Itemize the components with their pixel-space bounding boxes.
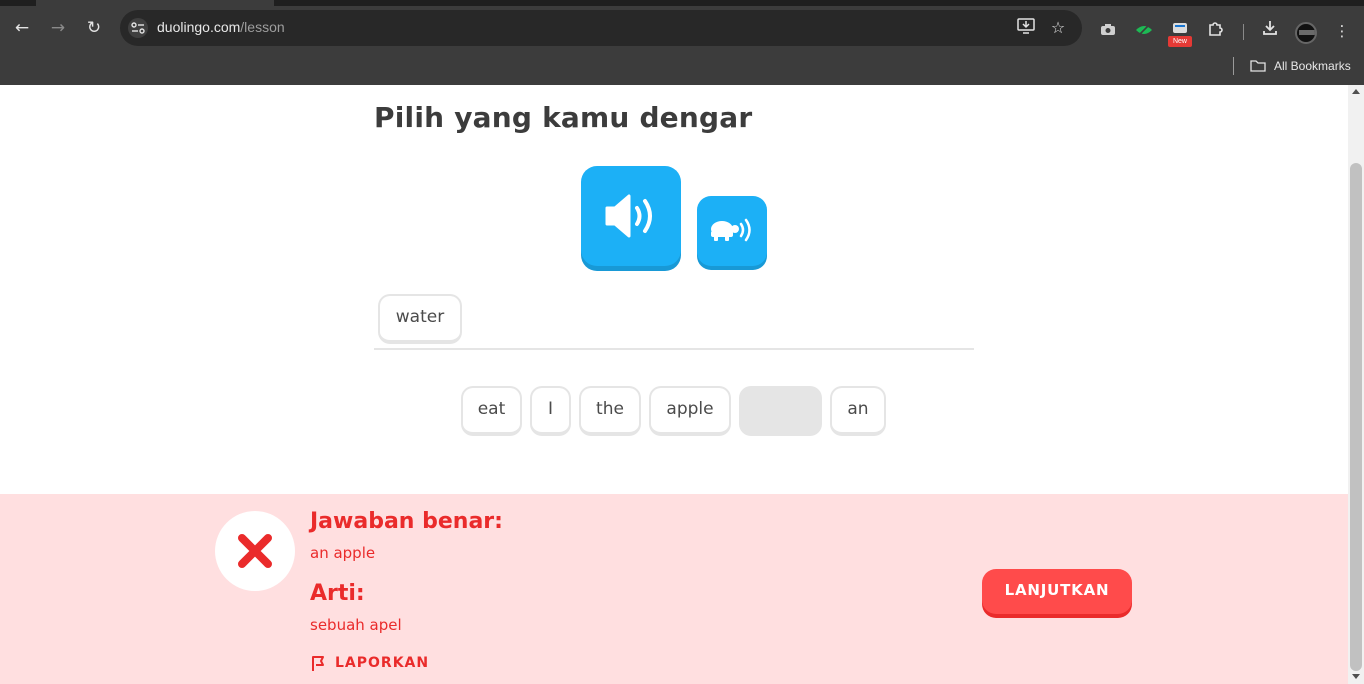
- word-bank-chip[interactable]: I: [530, 386, 571, 436]
- address-bar[interactable]: duolingo.com/lesson ☆: [120, 10, 1082, 46]
- prompt-title: Pilih yang kamu dengar: [374, 101, 753, 134]
- all-bookmarks-label: All Bookmarks: [1274, 59, 1351, 73]
- url-path: /lesson: [240, 19, 285, 35]
- word-bank-chip[interactable]: the: [579, 386, 641, 436]
- word-bank-empty-slot: [739, 386, 822, 436]
- browser-menu-icon[interactable]: ⋮: [1331, 20, 1353, 42]
- camera-extension-icon[interactable]: [1097, 20, 1119, 42]
- word-bank-chip[interactable]: eat: [461, 386, 522, 436]
- play-audio-button[interactable]: [581, 166, 681, 266]
- toolbar-divider: [1243, 24, 1244, 40]
- speaker-icon: [605, 194, 652, 238]
- turtle-speaker-icon: [711, 218, 751, 242]
- correct-answer-heading: Jawaban benar:: [310, 509, 503, 534]
- meaning-text: sebuah apel: [310, 616, 402, 634]
- url-domain: duolingo.com: [157, 19, 241, 35]
- flag-icon: [312, 656, 324, 671]
- new-badge: New: [1168, 36, 1192, 47]
- correct-answer-text: an apple: [310, 544, 376, 562]
- site-info-icon[interactable]: [128, 18, 148, 38]
- scroll-up-arrow-icon[interactable]: [1352, 89, 1360, 94]
- page-scrollbar[interactable]: [1348, 85, 1364, 684]
- slow-audio-button[interactable]: [697, 196, 767, 266]
- install-app-icon[interactable]: [1016, 18, 1036, 38]
- meaning-heading: Arti:: [310, 581, 365, 606]
- browser-toolbar: ← → ↻ duolingo.com/lesson ☆ ⋮ New: [0, 6, 1364, 50]
- back-arrow-icon[interactable]: ←: [10, 16, 34, 40]
- continue-button[interactable]: LANJUTKAN: [982, 569, 1132, 614]
- scrollbar-thumb[interactable]: [1350, 163, 1362, 671]
- incorrect-badge: [215, 511, 295, 591]
- close-x-icon: [238, 534, 272, 568]
- bookmarks-bar: All Bookmarks: [0, 50, 1364, 85]
- word-bank-chip[interactable]: apple: [649, 386, 731, 436]
- profile-avatar[interactable]: [1295, 22, 1317, 44]
- word-bank-chip[interactable]: an: [830, 386, 886, 436]
- folder-icon: [1250, 60, 1266, 72]
- url-text: duolingo.com/lesson: [157, 19, 285, 35]
- scroll-down-arrow-icon[interactable]: [1352, 674, 1360, 679]
- browser-chrome: ← → ↻ duolingo.com/lesson ☆ ⋮ New All Bo…: [0, 0, 1364, 85]
- eye-extension-icon[interactable]: [1133, 20, 1155, 42]
- bookmark-star-icon[interactable]: ☆: [1048, 18, 1068, 38]
- incorrect-feedback-panel: Jawaban benar: an apple Arti: sebuah ape…: [0, 494, 1348, 684]
- bookmarks-divider: [1233, 57, 1234, 75]
- extensions-puzzle-icon[interactable]: [1205, 20, 1227, 42]
- report-label: LAPORKAN: [335, 655, 430, 671]
- reload-icon[interactable]: ↻: [82, 16, 106, 40]
- answer-line: [374, 348, 974, 350]
- answer-chip[interactable]: water: [378, 294, 462, 344]
- lesson-page: Pilih yang kamu dengar water eat I the a…: [0, 85, 1348, 684]
- downloads-icon[interactable]: [1259, 20, 1281, 42]
- forward-arrow-icon[interactable]: →: [46, 16, 70, 40]
